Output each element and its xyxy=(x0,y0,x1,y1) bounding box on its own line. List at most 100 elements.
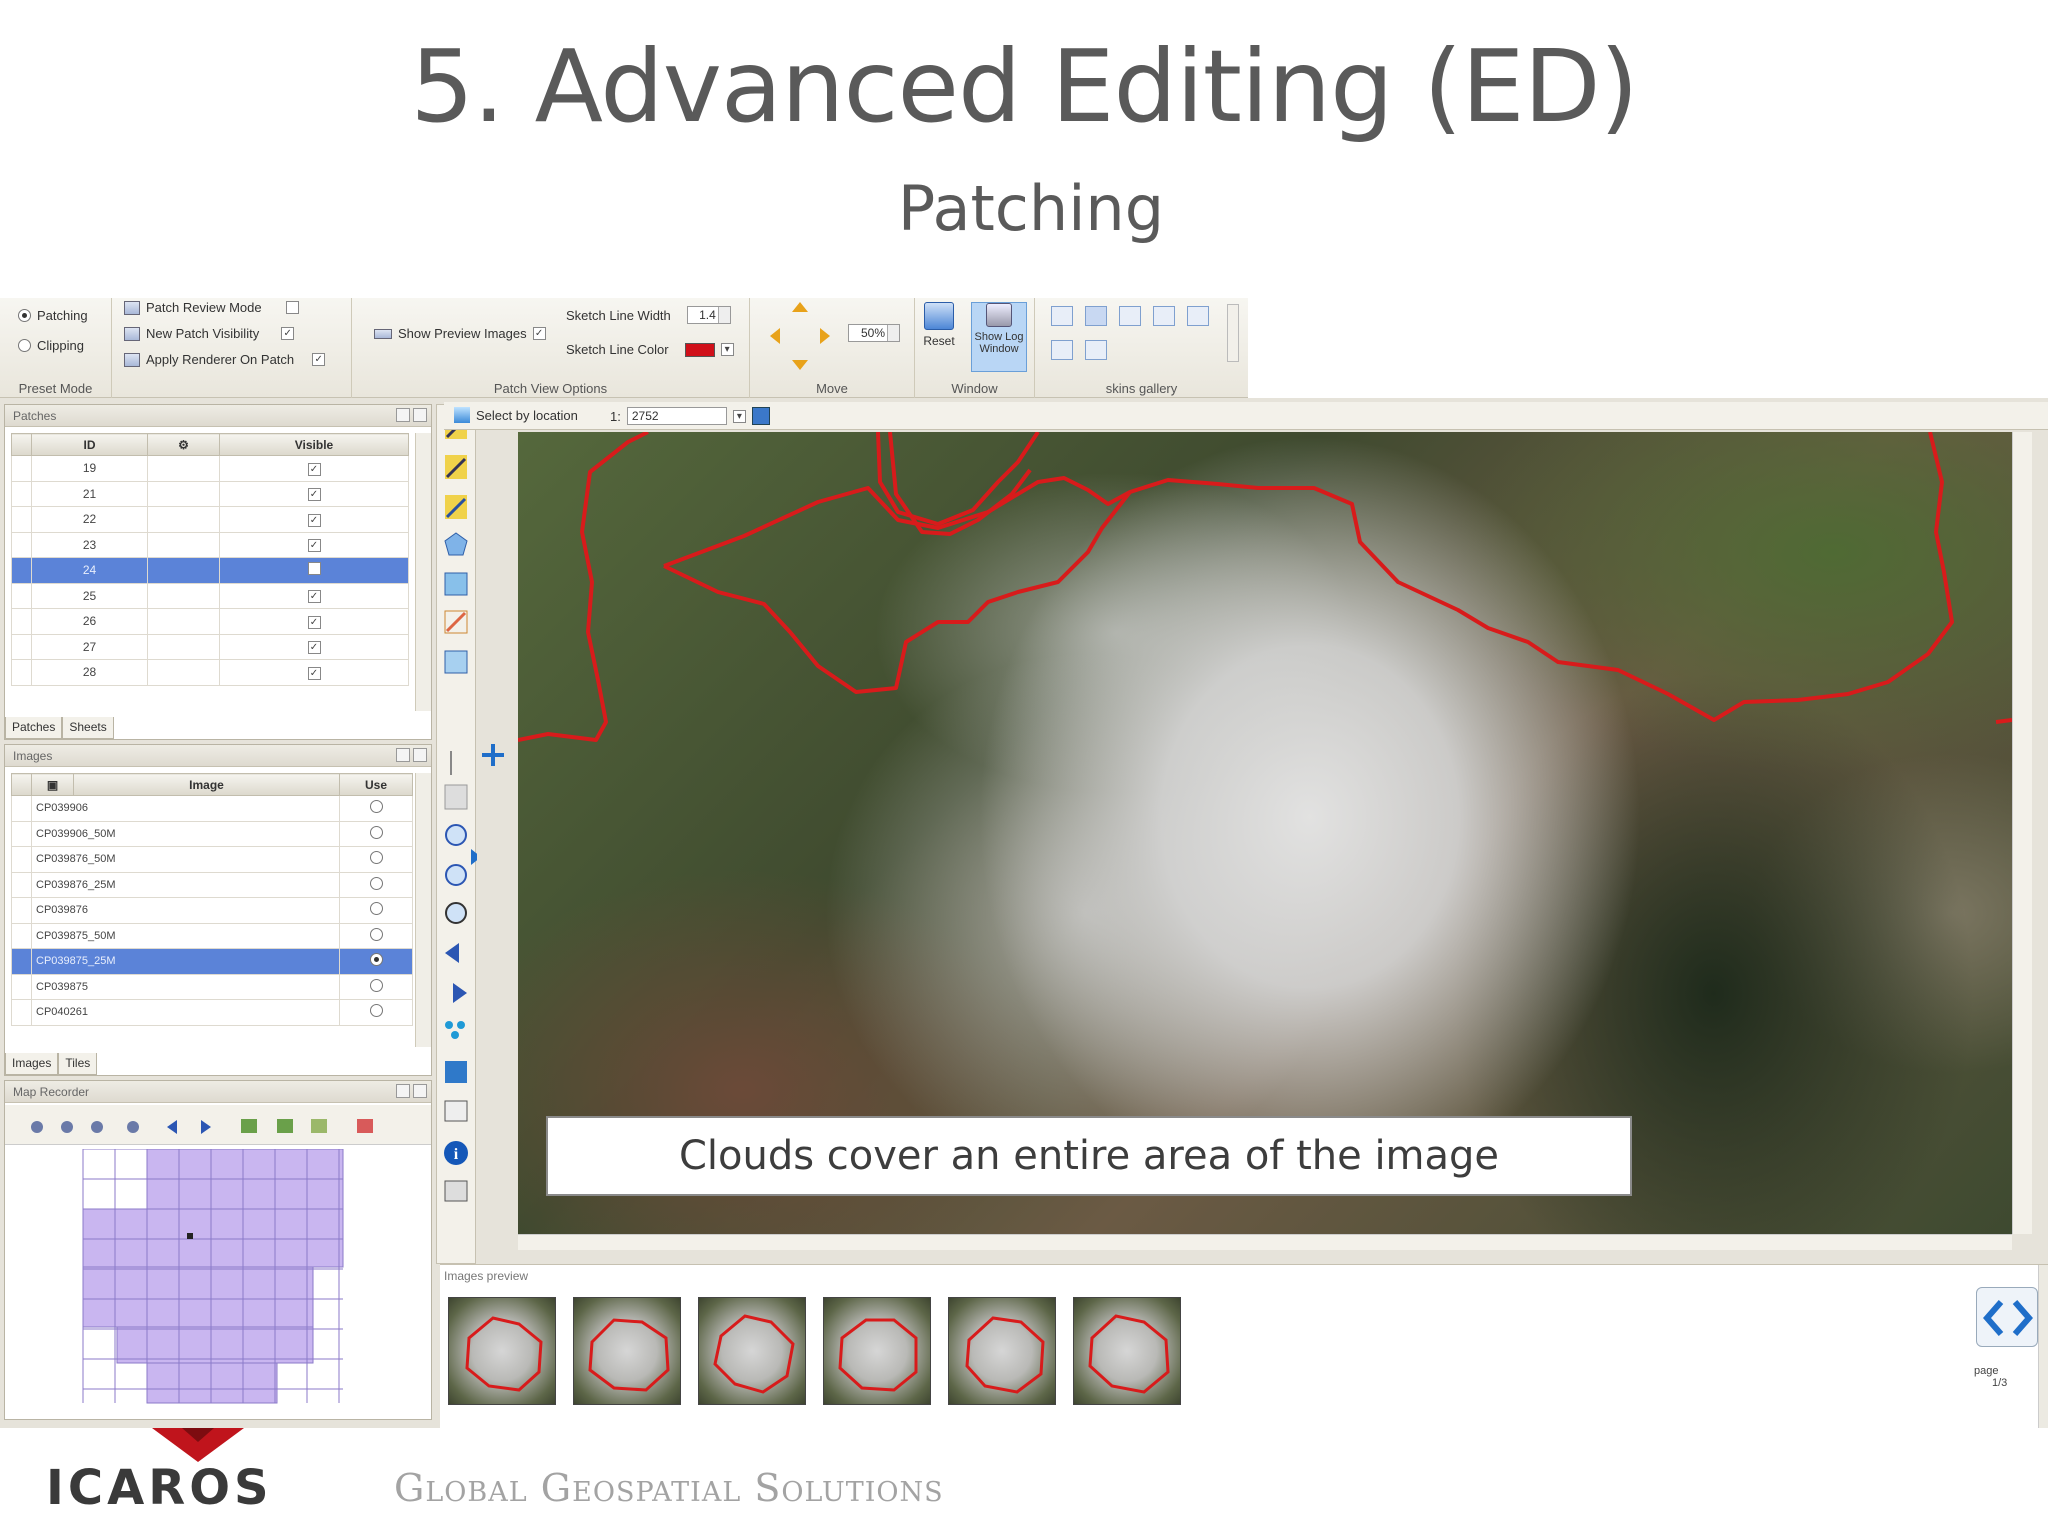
column-use[interactable]: Use xyxy=(339,773,413,796)
map-vertical-scrollbar[interactable] xyxy=(2012,432,2032,1234)
use-cell[interactable] xyxy=(339,846,413,873)
column-visible[interactable]: Visible xyxy=(219,433,409,456)
table-row[interactable]: 27 ✓ xyxy=(11,633,409,660)
new-patch-visibility-checkbox[interactable]: ✓ xyxy=(281,327,295,340)
table-row[interactable]: CP039906_50M xyxy=(11,820,413,847)
visible-cell[interactable]: ✓ xyxy=(219,608,409,635)
table-row[interactable]: 22 ✓ xyxy=(11,506,409,533)
prev-next-arrows-icon[interactable] xyxy=(1977,1288,2039,1348)
visible-checkbox[interactable]: ✓ xyxy=(307,615,321,629)
row-header[interactable] xyxy=(11,846,32,873)
row-header[interactable] xyxy=(11,480,32,507)
row-header[interactable] xyxy=(11,820,32,847)
column-thumb-icon[interactable]: ▣ xyxy=(31,773,74,796)
scale-control[interactable]: 1: 2752 ▾ xyxy=(610,407,770,425)
table-row[interactable]: CP039876_50M xyxy=(11,846,413,873)
skin-tile[interactable] xyxy=(1051,340,1073,360)
new-patch-visibility-option[interactable]: New Patch Visibility ✓ xyxy=(124,326,295,341)
color-dropdown-icon[interactable]: ▾ xyxy=(720,343,734,356)
images-scrollbar[interactable] xyxy=(415,773,431,1047)
use-cell[interactable] xyxy=(339,999,413,1026)
row-header[interactable] xyxy=(11,582,32,609)
table-row[interactable]: CP039906 xyxy=(11,795,413,822)
row-header[interactable] xyxy=(11,795,32,822)
skin-tile[interactable] xyxy=(1187,306,1209,326)
clipping-radio[interactable]: Clipping xyxy=(18,338,84,353)
use-cell[interactable] xyxy=(339,795,413,822)
table-row[interactable]: 19 ✓ xyxy=(11,455,409,482)
row-header[interactable] xyxy=(11,871,32,898)
use-radio[interactable] xyxy=(369,876,383,890)
visible-cell[interactable]: ✓ xyxy=(219,455,409,482)
edit-tools-icons[interactable]: i xyxy=(437,405,481,1265)
panel-close-button[interactable] xyxy=(413,408,427,422)
sketch-line-width-spinner[interactable]: 1.4 xyxy=(686,306,731,324)
show-preview-images-checkbox[interactable]: ✓ xyxy=(532,327,546,340)
row-header[interactable] xyxy=(11,973,32,1000)
use-cell[interactable] xyxy=(339,948,413,975)
preview-side-tab[interactable] xyxy=(2038,1265,2048,1428)
use-cell[interactable] xyxy=(339,922,413,949)
patch-review-mode-option[interactable]: Patch Review Mode xyxy=(124,300,299,315)
apply-renderer-option[interactable]: Apply Renderer On Patch ✓ xyxy=(124,352,326,367)
tab-images[interactable]: Images xyxy=(5,1053,59,1075)
visible-checkbox[interactable]: ✓ xyxy=(307,462,321,476)
sketch-line-color-swatch[interactable] xyxy=(684,342,715,357)
row-header[interactable] xyxy=(11,506,32,533)
table-row[interactable]: CP039876 xyxy=(11,897,413,924)
use-cell[interactable] xyxy=(339,871,413,898)
row-header[interactable] xyxy=(11,633,32,660)
visible-checkbox[interactable]: ✓ xyxy=(307,641,321,655)
column-id[interactable]: ID xyxy=(31,433,148,456)
skin-tile[interactable] xyxy=(1051,306,1073,326)
map-horizontal-scrollbar[interactable] xyxy=(518,1234,2012,1250)
table-row[interactable]: 23 ✓ xyxy=(11,531,409,558)
table-row[interactable]: CP039875_50M xyxy=(11,922,413,949)
row-header[interactable] xyxy=(11,608,32,635)
patching-radio[interactable]: Patching xyxy=(18,308,88,323)
use-cell[interactable] xyxy=(339,820,413,847)
map-view[interactable] xyxy=(518,432,2012,1234)
skin-tile[interactable] xyxy=(1085,306,1107,326)
column-lock-icon[interactable]: ⚙ xyxy=(147,433,220,456)
table-row[interactable]: 21 ✓ xyxy=(11,480,409,507)
table-row[interactable]: 28 ✓ xyxy=(11,659,409,686)
use-radio[interactable] xyxy=(369,927,383,941)
row-header[interactable] xyxy=(11,531,32,558)
visible-cell[interactable]: ✓ xyxy=(219,659,409,686)
panel-close-button[interactable] xyxy=(413,748,427,762)
visible-cell[interactable]: ✓ xyxy=(219,633,409,660)
pan-cross-icon[interactable] xyxy=(480,742,506,768)
row-header[interactable] xyxy=(11,897,32,924)
visible-checkbox[interactable]: ✓ xyxy=(307,666,321,680)
patches-scrollbar[interactable] xyxy=(415,433,431,711)
scale-input[interactable]: 2752 xyxy=(626,407,727,425)
apply-renderer-checkbox[interactable]: ✓ xyxy=(312,353,326,366)
panel-float-button[interactable] xyxy=(396,748,410,762)
use-cell[interactable] xyxy=(339,973,413,1000)
tile-grid-map[interactable] xyxy=(7,1149,407,1409)
panel-close-button[interactable] xyxy=(413,1084,427,1098)
table-row[interactable]: CP039876_25M xyxy=(11,871,413,898)
row-header[interactable] xyxy=(11,557,32,584)
table-row[interactable]: 25 ✓ xyxy=(11,582,409,609)
skin-tile[interactable] xyxy=(1119,306,1141,326)
preview-thumbnail[interactable] xyxy=(823,1297,931,1405)
visible-cell[interactable]: ✓ xyxy=(219,531,409,558)
reset-button[interactable]: Reset xyxy=(921,302,957,360)
gallery-scroll[interactable] xyxy=(1227,304,1239,362)
preview-thumbnail[interactable] xyxy=(698,1297,806,1405)
row-header[interactable] xyxy=(11,922,32,949)
table-row[interactable]: CP040261 xyxy=(11,999,413,1026)
preview-thumbnail[interactable] xyxy=(948,1297,1056,1405)
row-header[interactable] xyxy=(11,455,32,482)
visible-cell[interactable] xyxy=(219,557,409,584)
visible-checkbox[interactable]: ✓ xyxy=(307,539,321,553)
row-header[interactable] xyxy=(11,999,32,1026)
visible-cell[interactable]: ✓ xyxy=(219,480,409,507)
scale-dropdown-icon[interactable]: ▾ xyxy=(732,409,746,423)
tab-patches[interactable]: Patches xyxy=(5,717,63,739)
show-preview-images-option[interactable]: Show Preview Images ✓ xyxy=(374,326,546,341)
preview-thumbnail[interactable] xyxy=(573,1297,681,1405)
visible-checkbox[interactable]: ✓ xyxy=(307,590,321,604)
